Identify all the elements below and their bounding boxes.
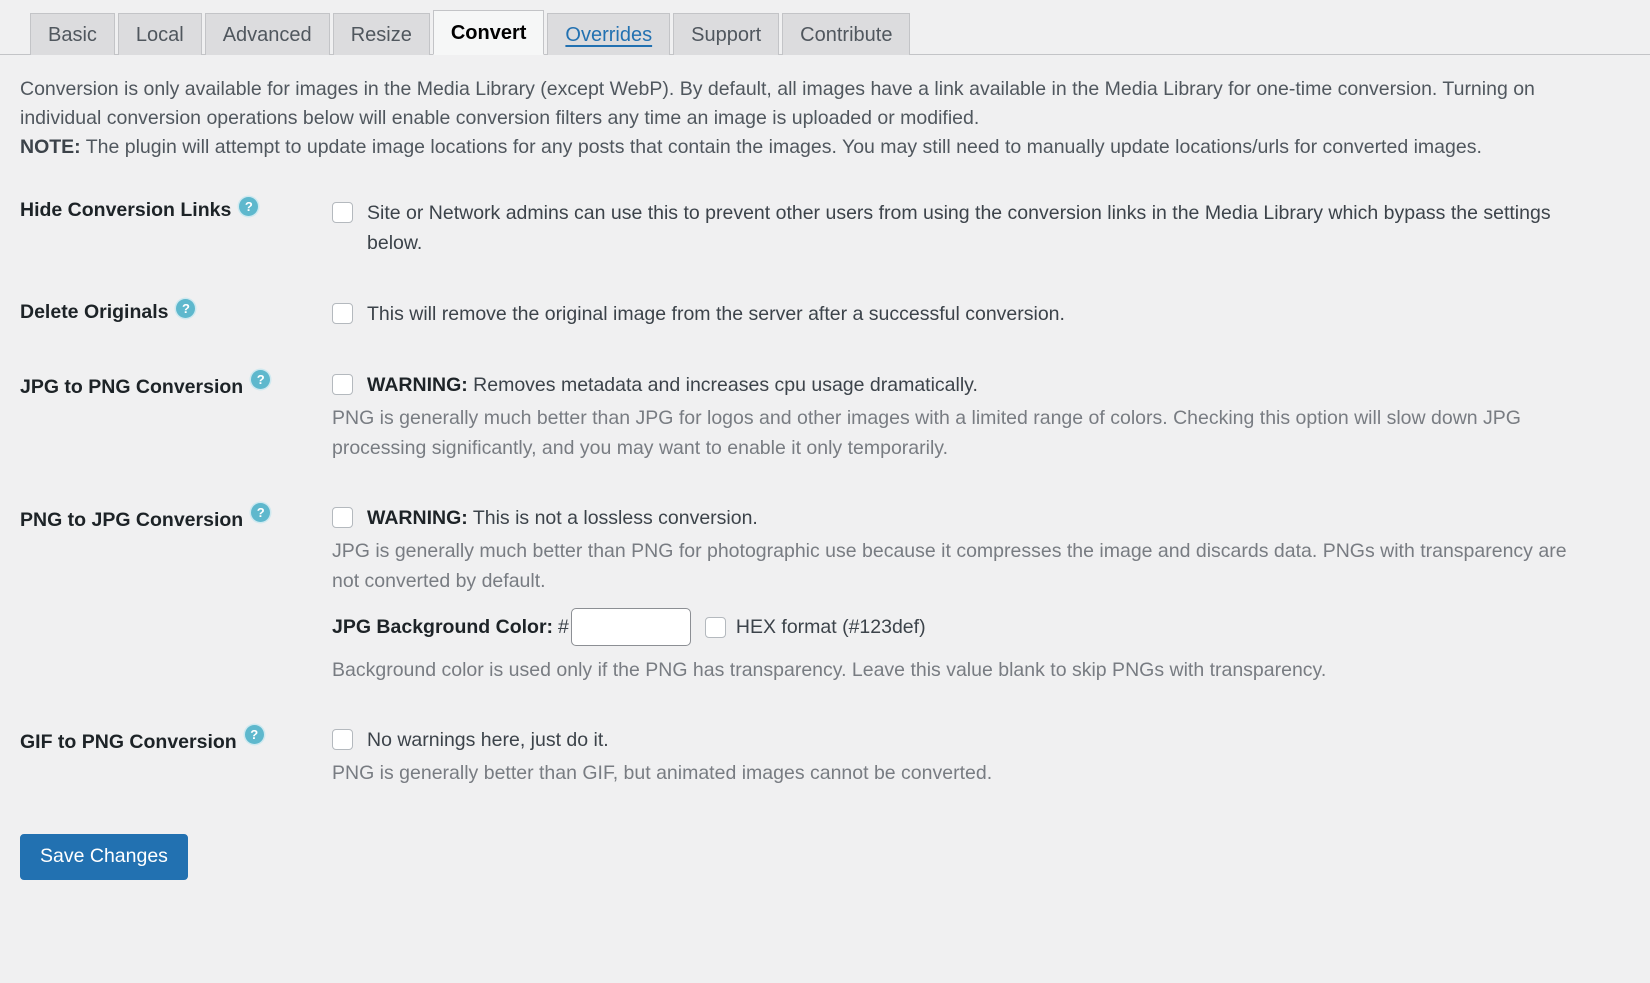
tab-basic[interactable]: Basic [30, 13, 115, 55]
setting-row-hide-conversion-links: Hide Conversion Links ? Site or Network … [0, 184, 1650, 272]
hash-symbol: # [558, 616, 569, 638]
jpg-background-color-help: Background color is used only if the PNG… [332, 659, 1327, 681]
jpg-to-png-checkbox-label[interactable]: WARNING: Removes metadata and increases … [367, 370, 1572, 400]
gif-to-png-checkbox-line: No warnings here, just do it. [332, 725, 1572, 755]
setting-label-gif-to-png: GIF to PNG Conversion ? [0, 711, 332, 769]
gif-to-png-label-text: GIF to PNG Conversion [20, 731, 237, 753]
gif-to-png-checkbox-label[interactable]: No warnings here, just do it. [367, 725, 1572, 755]
setting-row-png-to-jpg: PNG to JPG Conversion ? WARNING: This is… [0, 489, 1650, 699]
help-icon[interactable]: ? [239, 196, 259, 216]
setting-body-jpg-to-png: WARNING: Removes metadata and increases … [332, 356, 1592, 477]
setting-label-jpg-to-png: JPG to PNG Conversion ? [0, 356, 332, 414]
save-section: Save Changes [0, 802, 1650, 880]
delete-originals-checkbox[interactable] [332, 303, 353, 324]
hide-conversion-links-label-text: Hide Conversion Links [20, 199, 232, 221]
setting-label-delete-originals: Delete Originals ? [0, 285, 332, 339]
jpg-to-png-description: PNG is generally much better than JPG fo… [332, 407, 1521, 459]
tab-contribute[interactable]: Contribute [782, 13, 911, 55]
hide-conversion-links-checkbox[interactable] [332, 202, 353, 223]
png-to-jpg-checkbox-label[interactable]: WARNING: This is not a lossless conversi… [367, 503, 1572, 533]
setting-label-hide-conversion-links: Hide Conversion Links ? [0, 184, 332, 237]
tab-convert[interactable]: Convert [432, 10, 545, 55]
tab-overrides-label: Overrides [565, 23, 653, 46]
setting-body-png-to-jpg: WARNING: This is not a lossless conversi… [332, 489, 1592, 699]
tab-resize-label: Resize [350, 23, 412, 46]
hide-conversion-links-checkbox-label[interactable]: Site or Network admins can use this to p… [367, 198, 1572, 258]
png-to-jpg-checkbox-line: WARNING: This is not a lossless conversi… [332, 503, 1572, 533]
setting-body-delete-originals: This will remove the original image from… [332, 285, 1592, 343]
png-to-jpg-description: JPG is generally much better than PNG fo… [332, 540, 1567, 592]
jpg-to-png-checkbox[interactable] [332, 374, 353, 395]
png-to-jpg-checkbox[interactable] [332, 507, 353, 528]
hex-format-checkbox[interactable] [704, 616, 726, 638]
jpg-background-color-label: JPG Background Color: [332, 616, 554, 638]
setting-row-jpg-to-png: JPG to PNG Conversion ? WARNING: Removes… [0, 356, 1650, 477]
intro-description: Conversion is only available for images … [0, 55, 1587, 162]
help-icon[interactable]: ? [251, 370, 271, 389]
intro-note: NOTE: The plugin will attempt to update … [20, 133, 1565, 162]
setting-body-hide-conversion-links: Site or Network admins can use this to p… [332, 184, 1592, 272]
setting-row-gif-to-png: GIF to PNG Conversion ? No warnings here… [0, 711, 1650, 802]
tab-resize[interactable]: Resize [332, 13, 430, 55]
hide-conversion-links-checkbox-line: Site or Network admins can use this to p… [332, 198, 1572, 258]
setting-row-delete-originals: Delete Originals ? This will remove the … [0, 285, 1650, 343]
help-icon[interactable]: ? [176, 298, 196, 318]
jpg-background-color-input[interactable] [570, 608, 691, 646]
settings-tab-bar: Basic Local Advanced Resize Convert Over… [0, 0, 1650, 55]
gif-to-png-checkbox[interactable] [332, 729, 353, 750]
setting-label-png-to-jpg: PNG to JPG Conversion ? [0, 489, 332, 547]
png-to-jpg-warning-label: WARNING: [367, 507, 468, 529]
png-to-jpg-warning-text: This is not a lossless conversion. [467, 507, 758, 529]
png-to-jpg-label-text: PNG to JPG Conversion [20, 509, 244, 531]
save-changes-button[interactable]: Save Changes [20, 834, 188, 880]
intro-paragraph: Conversion is only available for images … [20, 78, 1535, 129]
hex-format-label[interactable]: HEX format (#123def) [736, 612, 926, 642]
tab-overrides[interactable]: Overrides [547, 13, 671, 55]
intro-note-label: NOTE: [20, 136, 81, 158]
tab-support[interactable]: Support [673, 13, 780, 55]
jpg-to-png-warning-label: WARNING: [367, 374, 468, 396]
jpg-to-png-warning-text: Removes metadata and increases cpu usage… [467, 374, 978, 396]
delete-originals-checkbox-line: This will remove the original image from… [332, 299, 1572, 329]
tab-local[interactable]: Local [117, 13, 202, 55]
help-icon[interactable]: ? [244, 725, 264, 744]
delete-originals-label-text: Delete Originals [20, 301, 169, 323]
gif-to-png-description: PNG is generally better than GIF, but an… [332, 762, 993, 784]
tab-basic-label: Basic [48, 23, 97, 46]
jpg-to-png-label-text: JPG to PNG Conversion [20, 376, 244, 398]
intro-note-text: The plugin will attempt to update image … [80, 136, 1482, 158]
plugin-settings-page: Basic Local Advanced Resize Convert Over… [0, 0, 1650, 983]
tab-convert-label: Convert [450, 21, 527, 44]
delete-originals-checkbox-label[interactable]: This will remove the original image from… [367, 299, 1572, 329]
tab-local-label: Local [135, 23, 184, 46]
tab-advanced[interactable]: Advanced [204, 13, 330, 55]
settings-list: Hide Conversion Links ? Site or Network … [0, 184, 1650, 802]
setting-body-gif-to-png: No warnings here, just do it. PNG is gen… [332, 711, 1592, 802]
tab-advanced-label: Advanced [222, 23, 312, 46]
help-icon[interactable]: ? [251, 503, 271, 522]
tab-support-label: Support [691, 23, 762, 46]
jpg-background-color-row: JPG Background Color: # HEX format (#123… [332, 608, 1572, 646]
jpg-to-png-checkbox-line: WARNING: Removes metadata and increases … [332, 370, 1572, 400]
tab-contribute-label: Contribute [800, 23, 893, 46]
